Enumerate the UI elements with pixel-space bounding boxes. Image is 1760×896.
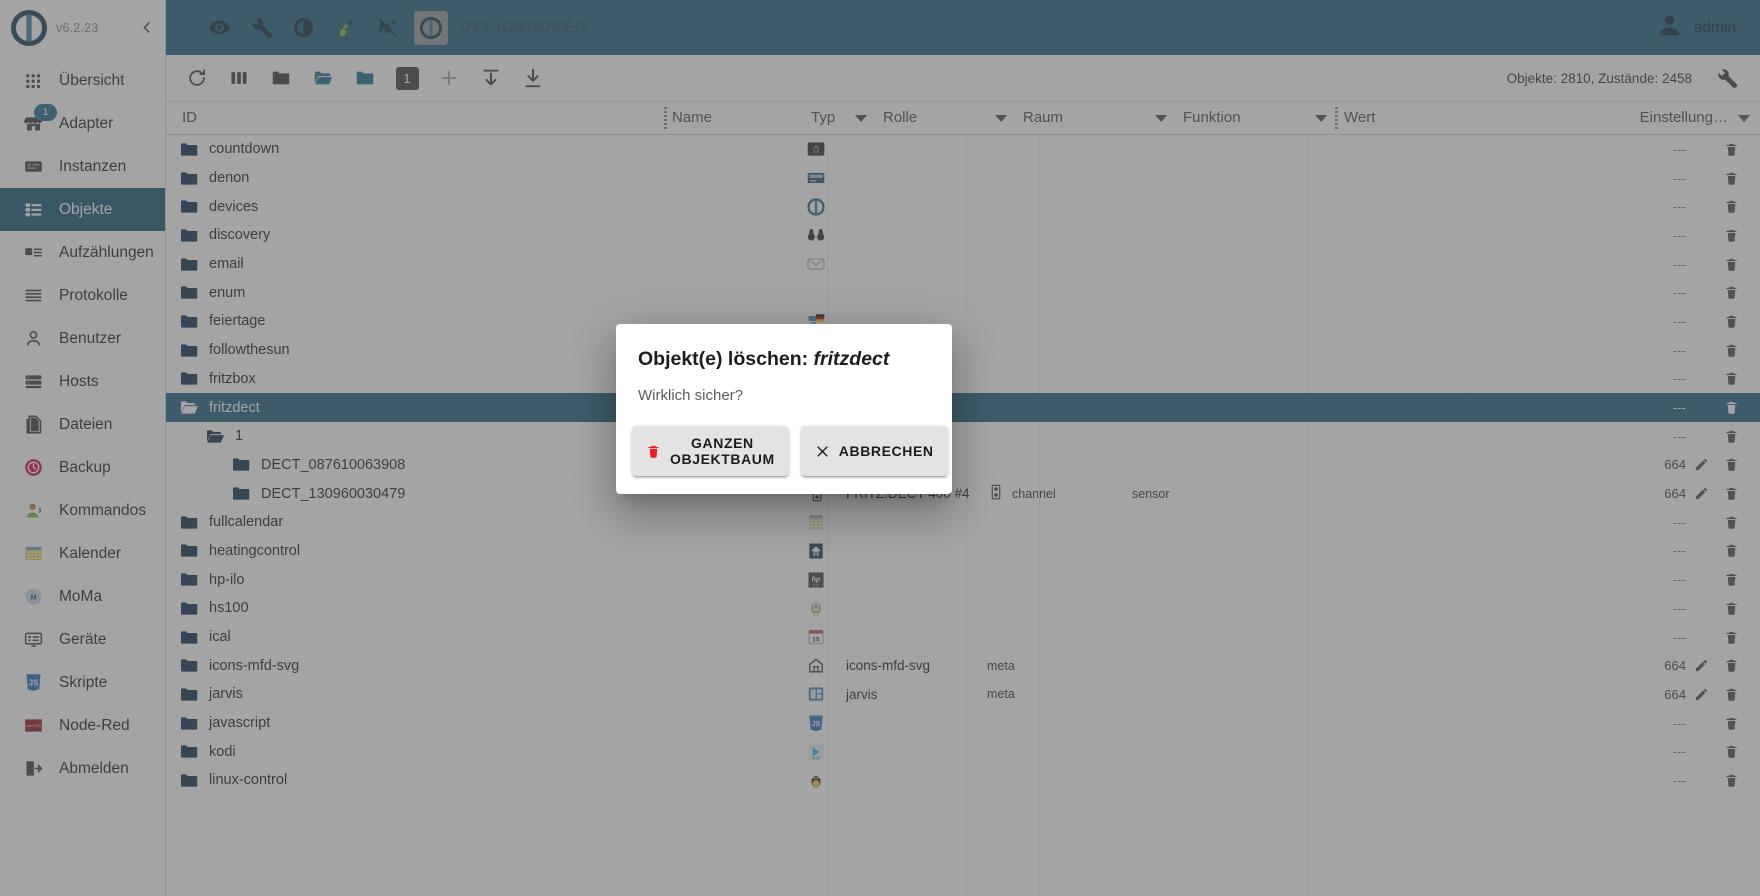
confirm-button-label: GANZEN OBJEKTBAUM — [670, 435, 775, 468]
trash-icon — [646, 443, 661, 460]
dialog-title-object: fritzdect — [813, 348, 890, 370]
cancel-button-label: ABBRECHEN — [838, 443, 934, 460]
dialog-title: Objekt(e) löschen: fritzdect — [616, 324, 952, 377]
dialog-actions: GANZEN OBJEKTBAUM ABBRECHEN — [616, 426, 952, 494]
cancel-button[interactable]: ABBRECHEN — [800, 426, 948, 477]
dialog-title-prefix: Objekt(e) löschen: — [638, 348, 809, 370]
dialog-message: Wirklich sicher? — [638, 387, 744, 405]
confirm-delete-whole-tree-button[interactable]: GANZEN OBJEKTBAUM — [632, 426, 789, 477]
close-x-icon — [815, 444, 830, 459]
delete-object-dialog: Objekt(e) löschen: fritzdect Wirklich si… — [616, 324, 952, 495]
